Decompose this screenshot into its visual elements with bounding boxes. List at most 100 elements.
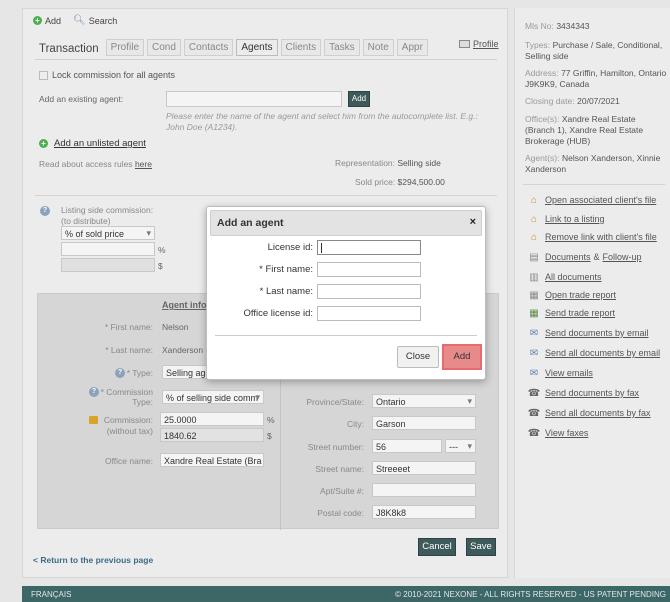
- profile-link[interactable]: Profile: [459, 39, 499, 49]
- fax-icon: ☎: [527, 387, 541, 399]
- profile-card-icon: [459, 40, 470, 48]
- language-link[interactable]: FRANÇAIS: [31, 590, 71, 599]
- dialog-last-name-input[interactable]: [317, 284, 421, 299]
- representation-value: Selling side: [397, 158, 441, 168]
- commission-percent-sign: %: [267, 415, 275, 425]
- action-all-documents[interactable]: ▥ All documents: [528, 271, 601, 283]
- action-view-faxes[interactable]: ☎ View faxes: [528, 427, 589, 439]
- cancel-button[interactable]: Cancel: [418, 538, 456, 556]
- dialog-add-button[interactable]: Add: [442, 344, 482, 370]
- street-number-input[interactable]: 56: [372, 439, 442, 453]
- tab-bar: Transaction Profile Cond Contacts Agents…: [39, 39, 428, 56]
- sold-price-value: $294,500.00: [397, 177, 445, 187]
- commission-sub-label: (without tax): [106, 426, 153, 436]
- followup-link[interactable]: Follow-up: [603, 252, 642, 262]
- postal-code-input[interactable]: J8K8k8: [372, 505, 476, 519]
- listing-commission-amount-input[interactable]: [61, 258, 155, 272]
- action-label: Send all documents by fax: [545, 408, 651, 418]
- add-tool-button[interactable]: + Add: [33, 15, 61, 26]
- office-license-input[interactable]: [317, 306, 421, 321]
- back-link[interactable]: < Return to the previous page: [33, 555, 153, 565]
- action-open-trade-report[interactable]: ▦ Open trade report: [528, 289, 616, 301]
- apt-input[interactable]: [372, 483, 476, 497]
- action-view-emails[interactable]: ✉ View emails: [528, 367, 593, 379]
- save-button[interactable]: Save: [466, 538, 496, 556]
- documents-link[interactable]: Documents: [545, 252, 591, 262]
- action-label: View faxes: [545, 428, 589, 438]
- action-send-docs-fax[interactable]: ☎ Send documents by fax: [528, 387, 639, 399]
- agent-first-name-label: * First name:: [104, 322, 153, 332]
- all-documents-icon: ▥: [529, 271, 539, 283]
- commission-type-label: * Commission Type:: [100, 387, 153, 407]
- office-name-input[interactable]: Xandre Real Estate (Bra: [160, 453, 264, 467]
- tab-agents[interactable]: Agents: [236, 39, 278, 56]
- tab-clients[interactable]: Clients: [280, 39, 322, 56]
- province-select[interactable]: Ontario: [372, 394, 476, 408]
- access-rules-link[interactable]: here: [135, 159, 152, 169]
- action-send-trade-report[interactable]: ▦ Send trade report: [528, 307, 615, 319]
- sold-price-row: Sold price: $294,500.00: [355, 177, 445, 187]
- action-label: Send documents by email: [545, 328, 649, 338]
- house-icon: ⌂: [530, 194, 538, 206]
- existing-agent-label: Add an existing agent:: [39, 94, 124, 104]
- city-label: City:: [347, 419, 364, 429]
- city-input[interactable]: Garson: [372, 416, 476, 430]
- access-rules-text: Read about access rules here: [39, 159, 152, 169]
- street-suffix-select[interactable]: ---: [445, 439, 476, 453]
- street-number-label: Street number:: [307, 442, 364, 452]
- action-open-client-file[interactable]: ⌂ Open associated client's file: [528, 194, 656, 206]
- action-link-listing[interactable]: ⌂ Link to a listing: [528, 213, 605, 225]
- action-documents-followup[interactable]: ▤ Documents & Follow-up: [528, 251, 642, 263]
- action-remove-link[interactable]: ⌂ Remove link with client's file: [528, 231, 657, 243]
- street-name-label: Street name:: [315, 464, 364, 474]
- listing-commission-type-select[interactable]: % of sold price: [61, 226, 155, 240]
- sidebar-divider: [523, 184, 665, 185]
- profile-link-label: Profile: [473, 39, 499, 49]
- lock-commission-row: Lock commission for all agents: [39, 70, 175, 80]
- commission-type-select[interactable]: % of selling side comm: [162, 390, 264, 404]
- license-id-input[interactable]: [317, 240, 421, 255]
- street-name-input[interactable]: Streeeet: [372, 461, 476, 475]
- tab-tasks[interactable]: Tasks: [324, 39, 360, 56]
- add-existing-agent-button[interactable]: Add: [348, 91, 370, 107]
- close-icon[interactable]: ×: [470, 216, 476, 228]
- tab-appr[interactable]: Appr: [396, 39, 428, 56]
- agent-type-label: * Type:: [126, 368, 153, 378]
- listing-commission-help-icon[interactable]: ?: [40, 206, 50, 216]
- tab-cond[interactable]: Cond: [147, 39, 181, 56]
- tab-title: Transaction: [39, 43, 99, 55]
- existing-agent-input[interactable]: [166, 91, 342, 107]
- action-label: Open associated client's file: [545, 195, 657, 205]
- dialog-separator: [215, 335, 477, 336]
- section-divider: [35, 195, 497, 196]
- commission-amount-input[interactable]: 1840.62: [160, 428, 264, 442]
- dialog-close-button[interactable]: Close: [397, 346, 439, 368]
- tab-note[interactable]: Note: [362, 39, 394, 56]
- mls-label: Mls No:: [525, 21, 554, 31]
- listing-commission-percent-input[interactable]: [61, 242, 155, 256]
- action-send-all-docs-fax[interactable]: ☎ Send all documents by fax: [528, 407, 651, 419]
- action-label: Open trade report: [545, 290, 617, 300]
- footer: FRANÇAIS © 2010-2021 NEXONE - ALL RIGHTS…: [22, 586, 670, 602]
- action-send-all-docs-email[interactable]: ✉ Send all documents by email: [528, 347, 660, 359]
- agents-info: Agent(s): Nelson Xanderson, Xinnie Xande…: [525, 153, 667, 175]
- action-send-docs-email[interactable]: ✉ Send documents by email: [528, 327, 649, 339]
- fax-all-icon: ☎: [527, 407, 541, 419]
- tab-contacts[interactable]: Contacts: [183, 39, 234, 56]
- representation-label: Representation:: [335, 158, 396, 168]
- text-cursor: [321, 243, 322, 253]
- commission-percent-input[interactable]: 25.0000: [160, 412, 264, 426]
- search-tool-label: Search: [88, 15, 118, 26]
- action-label: View emails: [545, 368, 593, 378]
- closing-date-value: 20/07/2021: [577, 96, 620, 106]
- add-unlisted-agent-link[interactable]: + Add an unlisted agent: [39, 138, 146, 149]
- tab-profile[interactable]: Profile: [105, 39, 145, 56]
- add-agent-dialog: Add an agent × License id: * First name:…: [206, 206, 486, 380]
- lock-commission-checkbox[interactable]: [39, 70, 48, 80]
- dialog-first-name-input[interactable]: [317, 262, 421, 277]
- sold-price-label: Sold price:: [355, 177, 396, 187]
- listing-percent-sign: %: [158, 245, 166, 255]
- search-tool-button[interactable]: 🔍︎ Search: [73, 15, 117, 26]
- existing-agent-hint: Please enter the name of the agent and s…: [166, 111, 478, 132]
- agent-last-name-label: * Last name:: [105, 345, 153, 355]
